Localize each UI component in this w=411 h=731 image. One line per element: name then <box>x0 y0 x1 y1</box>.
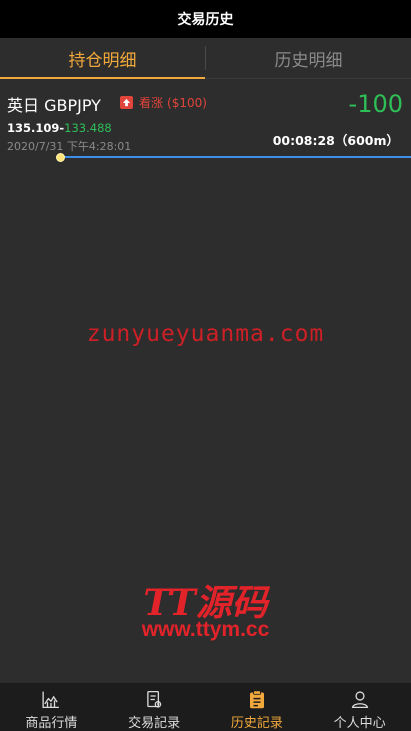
chart-icon <box>42 691 60 709</box>
trade-amount: ($100) <box>167 95 207 110</box>
watermark-url: www.ttym.cc <box>141 618 270 641</box>
clipboard-icon <box>249 690 264 709</box>
top-bar: 交易历史 <box>0 0 411 38</box>
price-range: 135.109-133.488 <box>7 121 112 135</box>
open-datetime: 2020/7/31 下午4:28:01 <box>7 140 132 153</box>
nav-label: 商品行情 <box>25 716 78 731</box>
progress-bar <box>59 156 411 158</box>
countdown-timer: 00:08:28（600m） <box>272 133 399 148</box>
up-arrow-icon <box>120 96 133 109</box>
direction-badge: 看涨 ($100) <box>120 94 207 111</box>
open-price: 135.109 <box>7 121 60 135</box>
nav-market[interactable]: 商品行情 <box>0 683 103 731</box>
nav-profile[interactable]: 个人中心 <box>308 683 411 731</box>
nav-label: 历史記录 <box>230 716 283 731</box>
person-icon <box>351 691 368 709</box>
tab-bar: 持仓明细 历史明细 <box>0 38 411 79</box>
document-icon <box>147 690 162 708</box>
direction-label: 看涨 <box>139 96 164 110</box>
page-title: 交易历史 <box>177 12 234 28</box>
nav-label: 个人中心 <box>333 716 386 731</box>
tab-history[interactable]: 历史明细 <box>206 38 411 78</box>
position-row[interactable]: 英日 GBPJPY 看涨 ($100) -100 135.109-133.488… <box>0 79 411 157</box>
nav-trades[interactable]: 交易記录 <box>103 683 206 731</box>
profit-loss: -100 <box>348 90 403 118</box>
watermark-site: zunyueyuanma.com <box>86 321 325 347</box>
nav-history[interactable]: 历史記录 <box>206 683 309 731</box>
current-price: 133.488 <box>64 121 112 135</box>
progress-marker <box>56 153 65 162</box>
currency-pair: 英日 GBPJPY <box>7 96 101 115</box>
tab-open-positions[interactable]: 持仓明细 <box>0 38 205 79</box>
bottom-nav: 商品行情 交易記录 历史記录 个人中心 <box>0 682 411 731</box>
nav-label: 交易記录 <box>128 716 181 731</box>
